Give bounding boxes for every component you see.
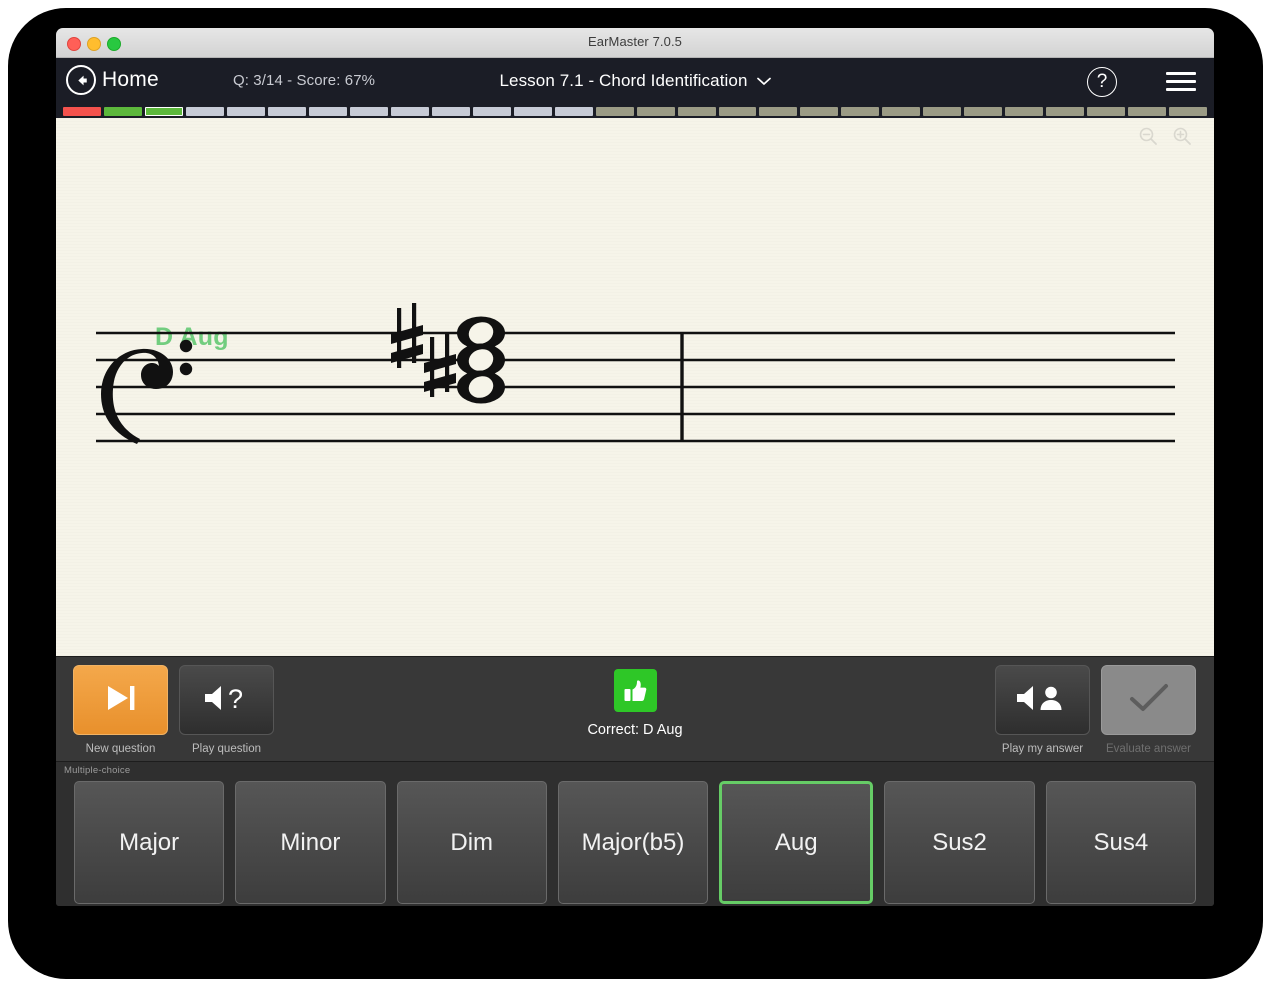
- progress-segment: [554, 107, 593, 116]
- play-my-answer-control: Play my answer: [995, 665, 1090, 755]
- home-button[interactable]: Home: [66, 65, 159, 95]
- music-staff: [96, 303, 1175, 444]
- multiple-choice-option-label: Major: [119, 828, 180, 856]
- progress-segment: [431, 107, 470, 116]
- evaluate-answer-label: Evaluate answer: [1105, 743, 1192, 755]
- progress-segment: [1128, 107, 1167, 116]
- progress-segment: [595, 107, 634, 116]
- new-question-label: New question: [85, 743, 156, 755]
- progress-segment: [1169, 107, 1208, 116]
- progress-segment: [308, 107, 347, 116]
- progress-segment: [841, 107, 880, 116]
- multiple-choice-option-sus2[interactable]: Sus2: [884, 781, 1035, 904]
- progress-segment: [882, 107, 921, 116]
- progress-segment: [1046, 107, 1085, 116]
- progress-segment: [1087, 107, 1126, 116]
- speaker-person-icon: [1014, 683, 1072, 718]
- progress-segment: [800, 107, 839, 116]
- menu-bar-3: [1166, 88, 1196, 91]
- help-icon[interactable]: ?: [1087, 67, 1117, 97]
- multiple-choice-panel: Multiple-choice Major Minor Dim Major(b5) Au…: [56, 761, 1214, 906]
- multiple-choice-option-label: Sus4: [1093, 828, 1149, 856]
- right-control-group: Play my answer Evaluate answer: [995, 665, 1196, 755]
- progress-segment: [718, 107, 757, 116]
- multiple-choice-option-label: Major(b5): [581, 828, 685, 856]
- multiple-choice-option-label: Sus2: [932, 828, 987, 856]
- progress-segment: [267, 107, 306, 116]
- play-question-label: Play question: [191, 743, 262, 755]
- progress-segment: [185, 107, 224, 116]
- progress-segment: [349, 107, 388, 116]
- play-my-answer-button[interactable]: [995, 665, 1090, 735]
- chevron-down-icon: [756, 71, 771, 91]
- menu-bar-2: [1166, 80, 1196, 83]
- lesson-title-container: Lesson 7.1 - Chord Identification: [56, 71, 1214, 91]
- multiple-choice-option-label: Aug: [774, 828, 818, 856]
- multiple-choice-option-aug[interactable]: Aug: [719, 781, 874, 904]
- menu-bar-1: [1166, 72, 1196, 75]
- progress-segment: [759, 107, 798, 116]
- progress-segment: [226, 107, 265, 116]
- evaluate-answer-button: [1101, 665, 1196, 735]
- home-button-label: Home: [102, 68, 159, 91]
- progress-segment: [513, 107, 552, 116]
- multiple-choice-options: Major Minor Dim Major(b5) Aug Sus2 Sus4: [74, 781, 1196, 904]
- back-arrow-icon: [66, 65, 96, 95]
- window-title: EarMaster 7.0.5: [588, 34, 682, 49]
- help-glyph: ?: [1096, 71, 1108, 92]
- lesson-title-dropdown[interactable]: Lesson 7.1 - Chord Identification: [499, 71, 771, 91]
- earmaster-window: EarMaster 7.0.5 Home Q: 3/14 - Score: 67…: [56, 28, 1214, 906]
- multiple-choice-option-major-b5-[interactable]: Major(b5): [557, 781, 709, 904]
- progress-segment: [964, 107, 1003, 116]
- multiple-choice-option-minor[interactable]: Minor: [235, 781, 386, 904]
- accidental-sharp-upper: [391, 303, 423, 368]
- progress-segment: [63, 107, 101, 116]
- transport-control-bar: New question ? Play question Correct: D …: [56, 656, 1214, 761]
- progress-segment: [472, 107, 511, 116]
- note-head-bottom: [457, 370, 505, 404]
- multiple-choice-option-major[interactable]: Major: [74, 781, 225, 904]
- chord-note-heads: [457, 316, 505, 404]
- desktop-background: EarMaster 7.0.5 Home Q: 3/14 - Score: 67…: [0, 0, 1271, 987]
- evaluate-answer-control: Evaluate answer: [1101, 665, 1196, 755]
- multiple-choice-option-label: Dim: [450, 828, 494, 856]
- progress-segment: [144, 107, 183, 116]
- progress-segment: [1005, 107, 1044, 116]
- thumbs-up-icon: [613, 669, 657, 712]
- progress-segment: [636, 107, 675, 116]
- progress-segment: [390, 107, 429, 116]
- multiple-choice-option-sus4[interactable]: Sus4: [1045, 781, 1196, 904]
- hamburger-menu-icon[interactable]: [1166, 72, 1196, 91]
- play-my-answer-label: Play my answer: [1001, 743, 1084, 755]
- bass-clef-icon: [101, 339, 193, 444]
- multiple-choice-option-label: Minor: [280, 828, 341, 856]
- multiple-choice-option-dim[interactable]: Dim: [396, 781, 547, 904]
- checkmark-icon: [1128, 682, 1170, 719]
- app-header: Home Q: 3/14 - Score: 67% Lesson 7.1 - C…: [56, 58, 1214, 105]
- progress-segment: [677, 107, 716, 116]
- notation-sheet: D Aug: [56, 118, 1214, 656]
- question-progress-bar: [56, 105, 1214, 118]
- lesson-title-label: Lesson 7.1 - Chord Identification: [499, 71, 748, 90]
- staff-lines: [96, 331, 1175, 443]
- window-titlebar: EarMaster 7.0.5: [56, 28, 1214, 58]
- progress-segment: [103, 107, 142, 116]
- question-score-status: Q: 3/14 - Score: 67%: [233, 72, 376, 89]
- multiple-choice-label: Multiple-choice: [64, 765, 131, 776]
- progress-segment: [923, 107, 962, 116]
